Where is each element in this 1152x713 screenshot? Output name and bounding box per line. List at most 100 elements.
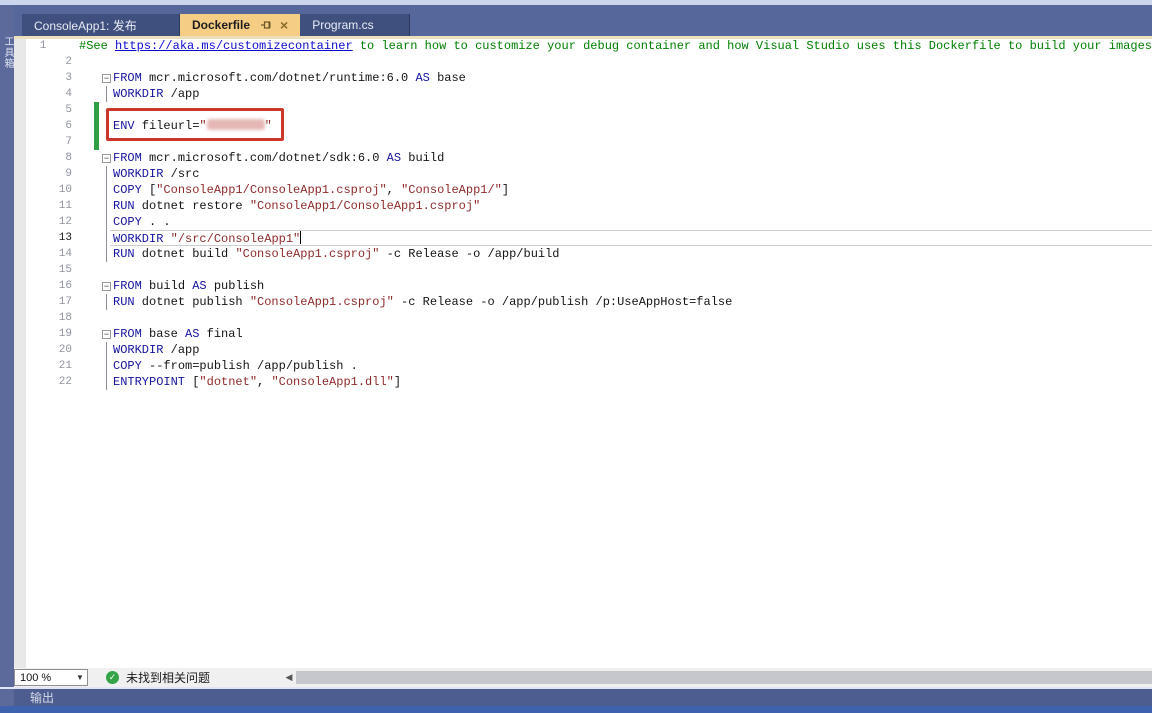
fold-margin: − — [100, 326, 113, 342]
fold-margin — [100, 54, 113, 70]
code-line-14[interactable]: 14 RUN dotnet build "ConsoleApp1.csproj" … — [14, 246, 1152, 262]
code-text: FROM mcr.microsoft.com/dotnet/runtime:6.… — [113, 71, 466, 85]
annotation-red-box — [106, 108, 284, 141]
fold-guide-line — [106, 182, 107, 198]
output-panel-header[interactable]: 输出 — [14, 689, 1152, 706]
code-editor[interactable]: 1 #See https://aka.ms/customizecontainer … — [14, 39, 1152, 668]
line-number: 12 — [14, 216, 72, 228]
code-line-10[interactable]: 10 COPY ["ConsoleApp1/ConsoleApp1.csproj"… — [14, 182, 1152, 198]
line-number: 2 — [14, 56, 72, 68]
fold-margin — [100, 342, 113, 358]
tab-label: ConsoleApp1: 发布 — [34, 17, 137, 34]
code-text: FROM base AS final — [113, 327, 243, 341]
fold-margin — [100, 198, 113, 214]
line-number: 15 — [14, 264, 72, 276]
fold-guide-line — [106, 294, 107, 310]
fold-margin: − — [100, 278, 113, 294]
fold-margin — [72, 39, 79, 54]
fold-collapse-icon[interactable]: − — [102, 74, 111, 83]
code-text: COPY ["ConsoleApp1/ConsoleApp1.csproj", … — [113, 183, 509, 197]
code-line-16[interactable]: 16−FROM build AS publish — [14, 278, 1152, 294]
code-line-20[interactable]: 20 WORKDIR /app — [14, 342, 1152, 358]
left-tool-strip: 工具箱 — [0, 5, 14, 706]
code-text: COPY --from=publish /app/publish . — [113, 359, 358, 373]
code-text: WORKDIR /app — [113, 343, 199, 357]
toolbox-collapsed-tab[interactable]: 工具箱 — [0, 36, 14, 69]
line-number: 13 — [14, 232, 72, 244]
code-line-17[interactable]: 17 RUN dotnet publish "ConsoleApp1.csproj… — [14, 294, 1152, 310]
code-text: RUN dotnet restore "ConsoleApp1/ConsoleA… — [113, 199, 480, 213]
code-text: WORKDIR /app — [113, 87, 199, 101]
fold-collapse-icon[interactable]: − — [102, 154, 111, 163]
fold-collapse-icon[interactable]: − — [102, 330, 111, 339]
code-line-2[interactable]: 2 — [14, 54, 1152, 70]
fold-guide-line — [106, 198, 107, 214]
fold-collapse-icon[interactable]: − — [102, 282, 111, 291]
tab-consoleapp1-[interactable]: ConsoleApp1: 发布 — [22, 14, 180, 36]
fold-margin — [100, 182, 113, 198]
fold-guide-line — [106, 374, 107, 390]
bottom-window-strip — [0, 706, 1152, 713]
current-line-highlight — [110, 230, 1152, 246]
fold-margin: − — [100, 70, 113, 86]
line-number: 5 — [14, 104, 72, 116]
fold-guide-line — [106, 166, 107, 182]
fold-margin — [100, 214, 113, 230]
code-line-1[interactable]: 1 #See https://aka.ms/customizecontainer … — [14, 39, 1152, 54]
code-line-21[interactable]: 21 COPY --from=publish /app/publish . — [14, 358, 1152, 374]
tab-label: Program.cs — [312, 18, 373, 32]
tab-dockerfile[interactable]: Dockerfile × — [180, 14, 300, 36]
line-number: 18 — [14, 312, 72, 324]
tab-program-cs[interactable]: Program.cs — [300, 14, 410, 36]
code-line-15[interactable]: 15 — [14, 262, 1152, 278]
line-number: 8 — [14, 152, 72, 164]
code-line-12[interactable]: 12 COPY . . — [14, 214, 1152, 230]
line-number: 20 — [14, 344, 72, 356]
line-number: 14 — [14, 248, 72, 260]
line-number: 6 — [14, 120, 72, 132]
document-tab-bar: ConsoleApp1: 发布 Dockerfile × Program.cs — [14, 5, 1152, 36]
fold-guide-line — [106, 230, 107, 246]
fold-margin — [100, 86, 113, 102]
code-line-22[interactable]: 22ENTRYPOINT ["dotnet", "ConsoleApp1.dll… — [14, 374, 1152, 390]
code-line-4[interactable]: 4WORKDIR /app — [14, 86, 1152, 102]
code-line-3[interactable]: 3 −FROM mcr.microsoft.com/dotnet/runtime:… — [14, 70, 1152, 86]
code-line-19[interactable]: 19 −FROM base AS final — [14, 326, 1152, 342]
code-line-9[interactable]: 9WORKDIR /src — [14, 166, 1152, 182]
line-number: 19 — [14, 328, 72, 340]
fold-margin — [100, 246, 113, 262]
code-line-8[interactable]: 8 −FROM mcr.microsoft.com/dotnet/sdk:6.0 … — [14, 150, 1152, 166]
line-number: 10 — [14, 184, 72, 196]
code-line-11[interactable]: 11 RUN dotnet restore "ConsoleApp1/Consol… — [14, 198, 1152, 214]
horizontal-scrollbar[interactable]: ◀ — [282, 670, 1152, 685]
code-text: RUN dotnet publish "ConsoleApp1.csproj" … — [113, 295, 732, 309]
line-number: 1 — [14, 40, 46, 52]
fold-margin — [100, 374, 113, 390]
fold-guide-line — [106, 342, 107, 358]
tab-label: Dockerfile — [192, 18, 250, 32]
visual-studio-window: ConsoleApp1: 发布 Dockerfile × Program.cs 工具箱… — [0, 0, 1152, 713]
fold-margin — [100, 262, 113, 278]
code-line-18[interactable]: 18 — [14, 310, 1152, 326]
scroll-left-arrow-icon[interactable]: ◀ — [282, 672, 296, 683]
scrollbar-thumb[interactable] — [296, 671, 1152, 684]
line-number: 3 — [14, 72, 72, 84]
close-icon[interactable]: × — [280, 18, 288, 32]
pin-icon[interactable] — [260, 19, 272, 31]
zoom-level-dropdown[interactable]: 100 % ▼ — [14, 669, 88, 686]
code-text: FROM mcr.microsoft.com/dotnet/sdk:6.0 AS… — [113, 151, 444, 165]
output-panel-title: 输出 — [30, 689, 54, 706]
line-number: 17 — [14, 296, 72, 308]
code-text: COPY . . — [113, 215, 171, 229]
code-text: RUN dotnet build "ConsoleApp1.csproj" -c… — [113, 247, 560, 261]
line-number: 7 — [14, 136, 72, 148]
code-text: WORKDIR /src — [113, 167, 199, 181]
chevron-down-icon[interactable]: ▼ — [73, 673, 87, 682]
line-number: 16 — [14, 280, 72, 292]
fold-guide-line — [106, 358, 107, 374]
line-number: 11 — [14, 200, 72, 212]
code-text: #See https://aka.ms/customizecontainer t… — [79, 39, 1152, 53]
line-number: 21 — [14, 360, 72, 372]
fold-margin: − — [100, 150, 113, 166]
change-tracking-bar — [94, 102, 99, 150]
